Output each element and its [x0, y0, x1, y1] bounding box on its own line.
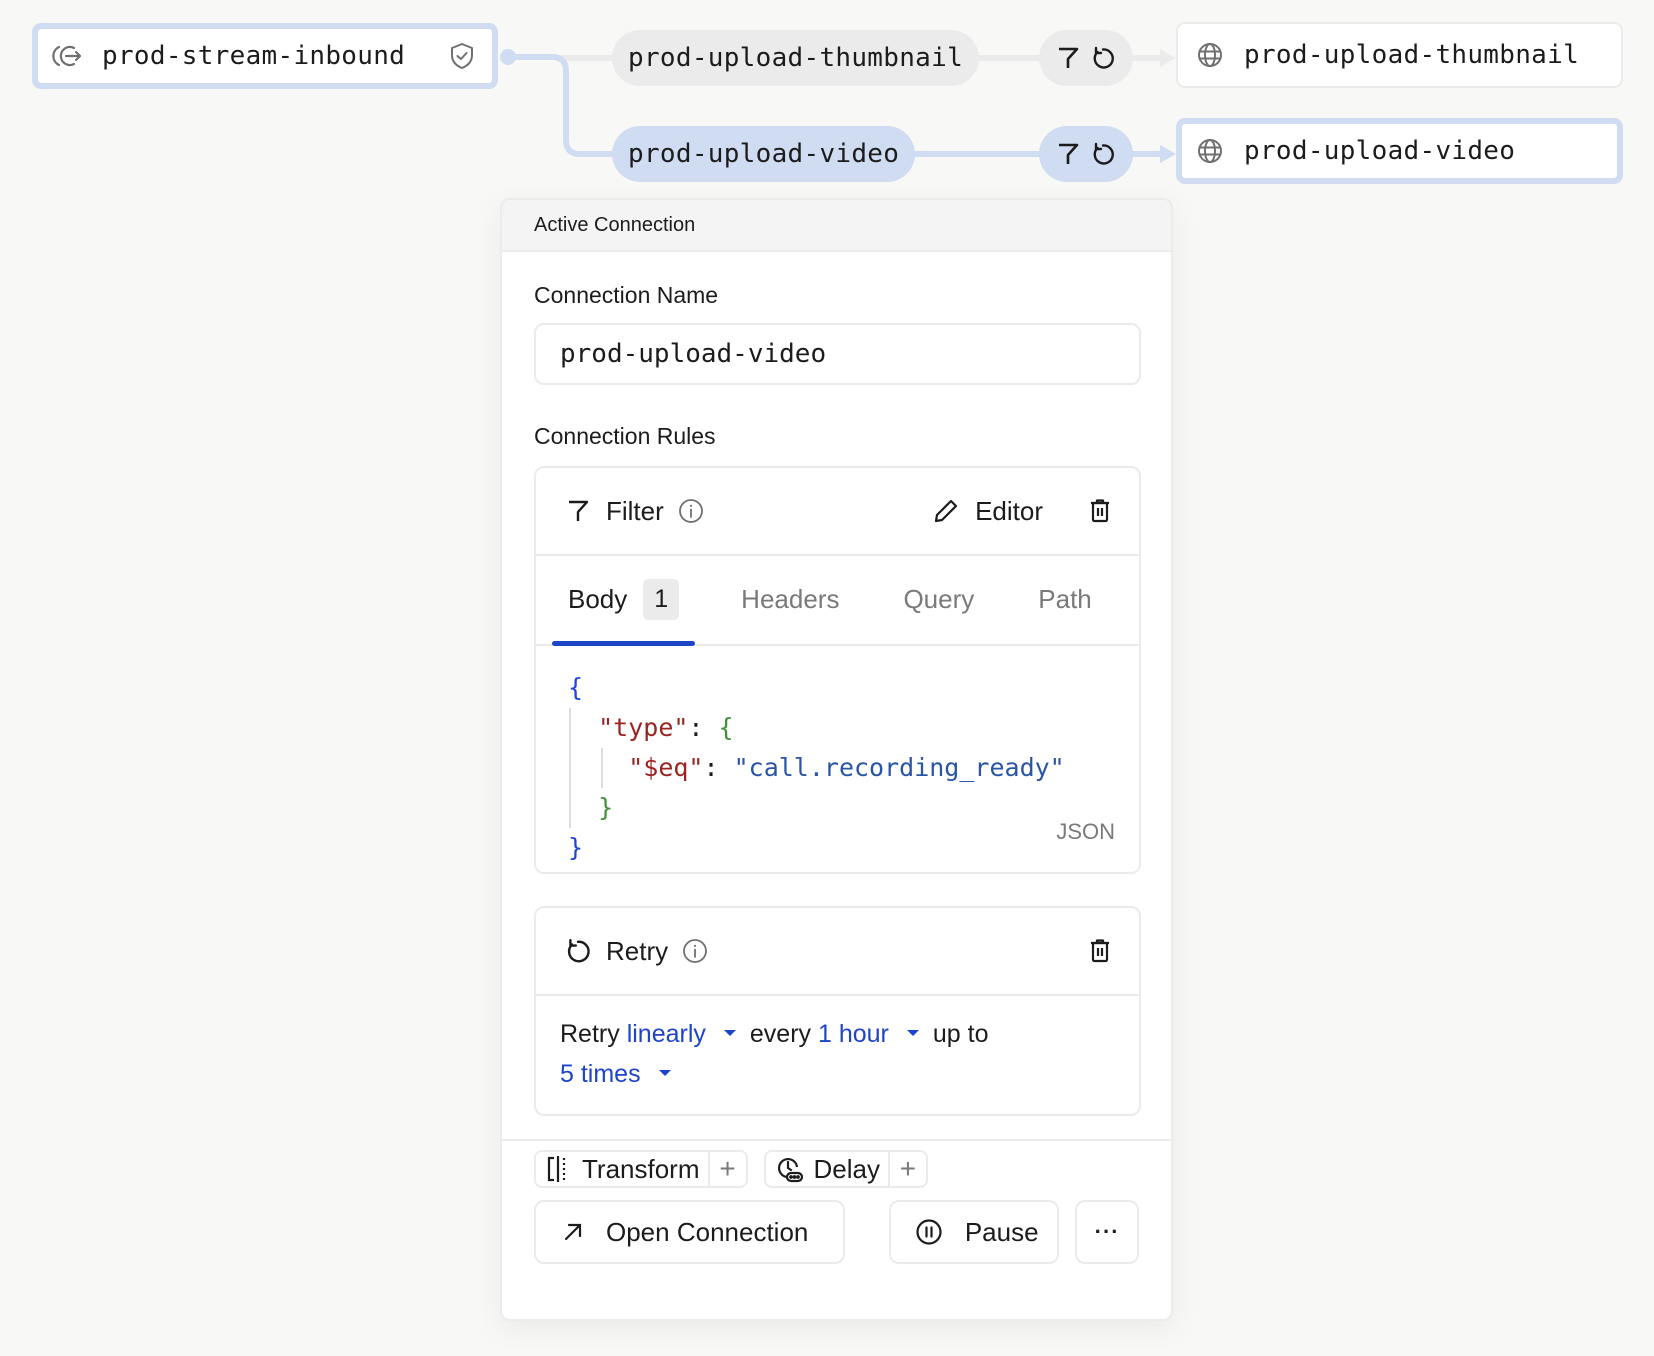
pencil-icon	[933, 498, 959, 524]
connector-video-path	[508, 54, 620, 157]
filter-rule-header: Filter Editor	[536, 468, 1139, 556]
more-dots-icon: ···	[1094, 1219, 1120, 1244]
retry-icon	[564, 937, 592, 965]
filter-title: Filter	[606, 495, 664, 526]
tab-label: Body	[568, 583, 628, 614]
delete-filter-icon[interactable]	[1089, 498, 1111, 524]
filter-icon	[564, 497, 592, 525]
destination-node-video[interactable]: prod-upload-video	[1176, 118, 1623, 184]
filter-rule-card: Filter Editor Body 1 Headers Query Path …	[534, 466, 1141, 874]
retry-settings: Retry linearly every 1 hour up to 5 times	[536, 996, 1139, 1114]
connection-name-label: Connection Name	[534, 282, 719, 308]
retry-count-value: 5 times	[560, 1060, 641, 1088]
tab-label: Headers	[741, 583, 840, 614]
globe-icon	[1194, 135, 1226, 167]
source-node[interactable]: prod-stream-inbound	[32, 23, 498, 89]
filter-icon	[1057, 142, 1079, 166]
connection-rules-thumbnail[interactable]	[1039, 30, 1133, 86]
connection-name: prod-upload-thumbnail	[628, 43, 964, 73]
destination-name: prod-upload-video	[1244, 136, 1516, 166]
retry-icon	[1091, 46, 1115, 70]
retry-title: Retry	[606, 935, 669, 966]
connection-rules-label: Connection Rules	[534, 423, 716, 449]
panel-footer: Open Connection Pause ···	[502, 1139, 1171, 1319]
tab-headers[interactable]: Headers	[741, 554, 839, 644]
active-connection-panel: Active Connection Connection Name prod-u…	[500, 198, 1173, 1321]
tab-count-badge: 1	[643, 578, 680, 620]
delete-retry-icon[interactable]	[1089, 938, 1111, 964]
shield-check-icon	[450, 42, 474, 70]
tab-label: Query	[903, 583, 975, 614]
retry-icon	[1091, 142, 1115, 166]
code-brace: {	[718, 713, 734, 742]
globe-icon	[1194, 39, 1226, 71]
editor-label: Editor	[975, 495, 1043, 526]
every-label: every	[749, 1020, 812, 1048]
filter-icon	[1057, 46, 1079, 70]
retry-strategy-value: linearly	[626, 1020, 706, 1048]
filter-code-editor[interactable]: { "type": { "$eq": "call.recording_ready…	[536, 646, 1139, 872]
source-inbound-icon	[52, 40, 84, 72]
open-connection-button[interactable]: Open Connection	[534, 1200, 845, 1264]
info-icon[interactable]	[678, 498, 704, 524]
arrow-up-right-icon	[562, 1221, 584, 1243]
retry-prefix: Retry	[560, 1020, 620, 1048]
editor-button[interactable]: Editor	[933, 496, 1043, 527]
destination-name: prod-upload-thumbnail	[1244, 40, 1580, 70]
connection-name-input[interactable]: prod-upload-video	[534, 323, 1141, 385]
connection-pill-thumbnail[interactable]: prod-upload-thumbnail	[612, 30, 980, 86]
up-to-label: up to	[932, 1020, 989, 1048]
tab-path[interactable]: Path	[1038, 554, 1092, 644]
info-icon[interactable]	[682, 938, 708, 964]
more-options-button[interactable]: ···	[1075, 1200, 1139, 1264]
code-colon: :	[688, 713, 719, 742]
tab-body[interactable]: Body 1	[552, 554, 696, 646]
tab-query[interactable]: Query	[903, 554, 974, 644]
connection-name: prod-upload-video	[628, 139, 900, 169]
panel-header: Active Connection	[502, 200, 1171, 252]
pause-icon	[915, 1218, 943, 1246]
connection-rules-video[interactable]	[1039, 126, 1133, 182]
code-language-label: JSON	[1056, 819, 1115, 844]
pause-label: Pause	[964, 1216, 1039, 1247]
code-colon: :	[703, 753, 734, 782]
pause-button[interactable]: Pause	[888, 1200, 1060, 1264]
code-value: "call.recording_ready"	[733, 753, 1065, 782]
retry-interval-value: 1 hour	[817, 1020, 889, 1048]
code-key: "type"	[598, 713, 689, 742]
caret-down-icon	[906, 1030, 919, 1037]
retry-strategy-select[interactable]: linearly	[627, 1020, 750, 1048]
source-name: prod-stream-inbound	[102, 41, 406, 71]
retry-rule-header: Retry	[536, 908, 1139, 996]
code-key: "$eq"	[628, 753, 704, 782]
retry-rule-card: Retry Retry linearly every 1 hour up to 5 …	[534, 906, 1141, 1116]
filter-tabs: Body 1 Headers Query Path	[536, 556, 1139, 646]
retry-interval-select[interactable]: 1 hour	[818, 1020, 933, 1048]
caret-down-icon	[658, 1070, 671, 1077]
retry-count-select[interactable]: 5 times	[560, 1060, 685, 1088]
destination-node-thumbnail[interactable]: prod-upload-thumbnail	[1176, 22, 1623, 88]
open-connection-label: Open Connection	[606, 1216, 809, 1247]
tab-label: Path	[1038, 583, 1092, 614]
code-brace: {	[568, 673, 584, 702]
arrow-head-video	[1160, 145, 1176, 163]
connection-pill-video[interactable]: prod-upload-video	[612, 126, 916, 182]
arrow-head-thumbnail	[1160, 49, 1176, 67]
source-port	[500, 49, 516, 65]
code-brace: }	[598, 793, 614, 822]
caret-down-icon	[723, 1030, 736, 1037]
code-brace: }	[568, 833, 584, 862]
